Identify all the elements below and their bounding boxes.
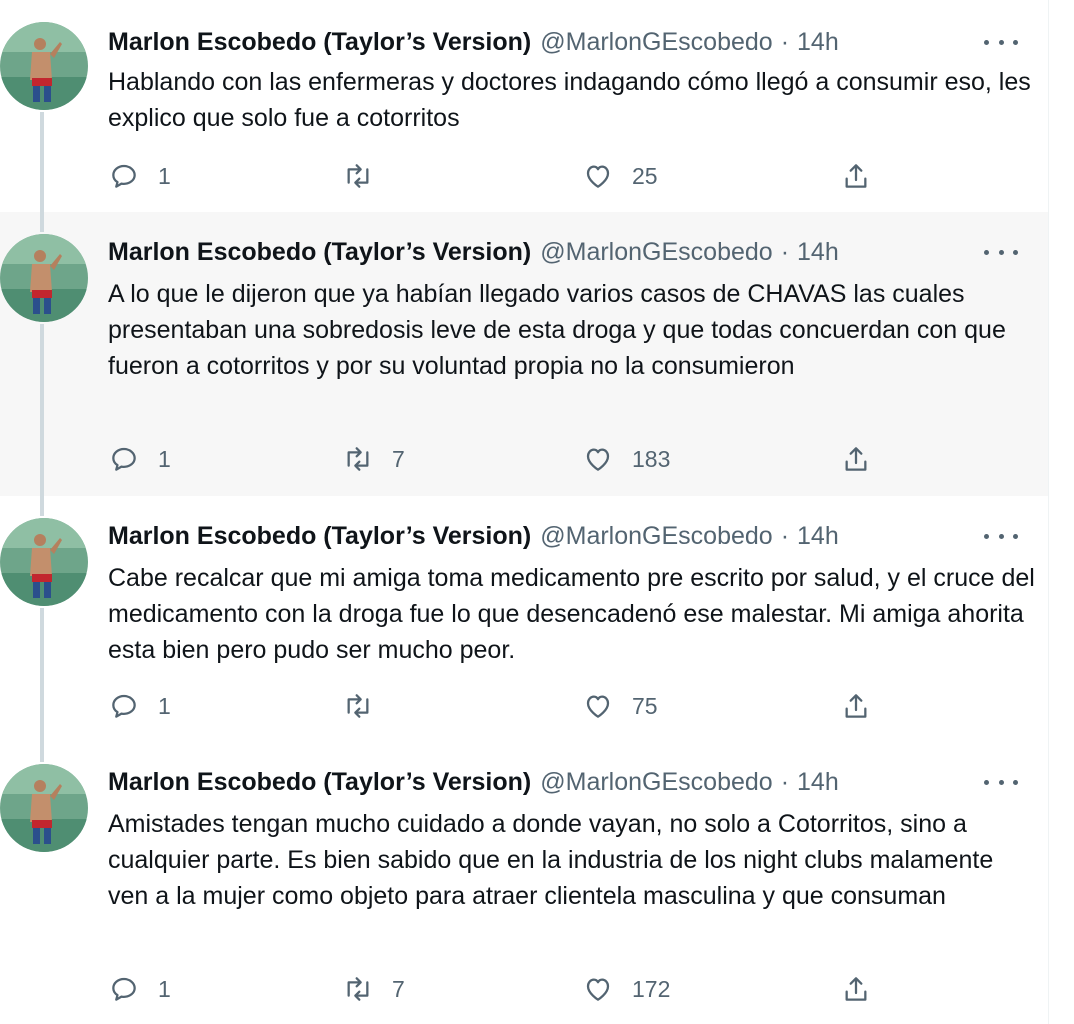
retweet-button[interactable] [342,689,392,723]
like-count: 172 [632,976,671,1002]
thread-line [40,324,44,496]
tweet-header: Marlon Escobedo (Taylor’s Version) @Marl… [108,766,994,798]
avatar-image [0,764,88,852]
like-button[interactable]: 172 [582,972,670,1006]
tweet[interactable]: Marlon Escobedo (Taylor’s Version) @Marl… [0,0,1048,212]
tweet[interactable]: Marlon Escobedo (Taylor’s Version) @Marl… [0,496,1048,744]
retweet-icon [347,977,369,1001]
reply-button[interactable]: 1 [108,689,171,723]
thread-line [40,744,44,762]
tweet-text: Hablando con las enfermeras y doctores i… [108,68,1031,132]
separator: · [780,767,790,796]
like-button[interactable]: 25 [582,159,658,193]
separator: · [780,237,790,266]
display-name[interactable]: Marlon Escobedo (Taylor’s Version) [108,238,531,267]
reply-button[interactable]: 1 [108,159,171,193]
thread-line [40,608,44,744]
retweet-button[interactable]: 7 [342,442,405,476]
like-count: 25 [632,163,658,189]
like-icon [586,165,610,188]
more-icon[interactable] [984,32,1018,52]
like-icon [586,448,610,471]
thread-line [40,112,44,212]
more-icon[interactable] [984,526,1018,546]
tweet-header: Marlon Escobedo (Taylor’s Version) @Marl… [108,236,994,268]
action-bar: 1 75 [108,689,888,723]
like-button[interactable]: 183 [582,442,670,476]
username[interactable]: @MarlonGEscobedo [540,522,772,551]
separator: · [780,27,790,56]
tweet-text: A lo que le dijeron que ya habían llegad… [108,280,1006,380]
column-divider [1048,0,1049,1024]
tweet-text: Amistades tengan mucho cuidado a donde v… [108,810,994,910]
action-bar: 1 7 183 [108,442,888,476]
retweet-button[interactable]: 7 [342,972,405,1006]
like-button[interactable]: 75 [582,689,658,723]
timestamp[interactable]: 14h [797,768,839,797]
reply-icon [112,694,136,718]
tweet-header: Marlon Escobedo (Taylor’s Version) @Marl… [108,26,994,58]
retweet-count: 7 [392,976,405,1002]
avatar-image [0,22,88,110]
avatar[interactable] [0,22,88,110]
action-bar: 1 7 172 [108,972,888,1006]
like-icon [586,695,610,718]
reply-count: 1 [158,976,171,1002]
reply-icon [112,447,136,471]
like-count: 183 [632,446,671,472]
reply-button[interactable]: 1 [108,442,171,476]
timestamp[interactable]: 14h [797,28,839,57]
more-icon[interactable] [984,242,1018,262]
timestamp[interactable]: 14h [797,238,839,267]
tweet-header: Marlon Escobedo (Taylor’s Version) @Marl… [108,520,994,552]
share-button[interactable] [840,972,872,1006]
reply-button[interactable]: 1 [108,972,171,1006]
tweet[interactable]: Marlon Escobedo (Taylor’s Version) @Marl… [0,744,1048,1024]
share-icon [845,694,867,718]
retweet-icon [347,447,369,471]
reply-icon [112,977,136,1001]
avatar[interactable] [0,234,88,322]
share-button[interactable] [840,159,872,193]
retweet-button[interactable] [342,159,392,193]
timestamp[interactable]: 14h [797,522,839,551]
avatar-image [0,234,88,322]
thread-line [40,212,44,232]
display-name[interactable]: Marlon Escobedo (Taylor’s Version) [108,768,531,797]
username[interactable]: @MarlonGEscobedo [540,768,772,797]
reply-count: 1 [158,446,171,472]
timeline: Marlon Escobedo (Taylor’s Version) @Marl… [0,0,1074,1024]
tweet-text: Cabe recalcar que mi amiga toma medicame… [108,564,1035,664]
tweet[interactable]: Marlon Escobedo (Taylor’s Version) @Marl… [0,212,1048,496]
username[interactable]: @MarlonGEscobedo [540,238,772,267]
like-icon [586,978,610,1001]
thread-line [40,496,44,516]
retweet-icon [347,694,369,718]
share-icon [845,447,867,471]
share-icon [845,977,867,1001]
retweet-count: 7 [392,446,405,472]
separator: · [780,521,790,550]
username[interactable]: @MarlonGEscobedo [540,28,772,57]
reply-icon [112,164,136,188]
more-icon[interactable] [984,772,1018,792]
share-button[interactable] [840,689,872,723]
like-count: 75 [632,693,658,719]
avatar-image [0,518,88,606]
share-button[interactable] [840,442,872,476]
retweet-icon [347,164,369,188]
display-name[interactable]: Marlon Escobedo (Taylor’s Version) [108,522,531,551]
action-bar: 1 25 [108,159,888,193]
avatar[interactable] [0,764,88,852]
avatar[interactable] [0,518,88,606]
reply-count: 1 [158,163,171,189]
share-icon [845,164,867,188]
reply-count: 1 [158,693,171,719]
display-name[interactable]: Marlon Escobedo (Taylor’s Version) [108,28,531,57]
